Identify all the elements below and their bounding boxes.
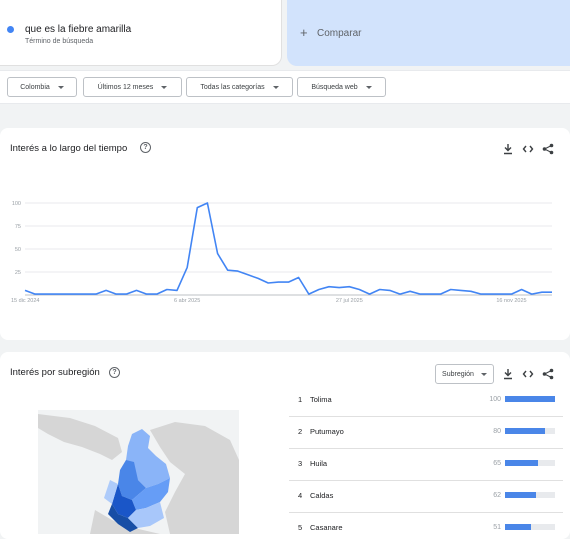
filter-country-label: Colombia <box>20 83 50 91</box>
y-tick-label: 25 <box>15 270 21 276</box>
ranking-bar-track <box>505 492 555 498</box>
filter-category[interactable]: Todas las categorías <box>186 77 293 97</box>
filter-search-type-label: Búsqueda web <box>311 83 358 91</box>
ranking-row[interactable]: 3 Huila 65 <box>289 450 563 481</box>
ranking-bar-track <box>505 396 555 402</box>
ranking-value: 62 <box>493 492 501 499</box>
colombia-region-map[interactable] <box>0 352 260 539</box>
caret-down-icon <box>161 85 168 89</box>
ranking-bar <box>505 428 545 434</box>
ranking-bar <box>505 460 538 466</box>
y-tick-label: 75 <box>15 224 21 230</box>
ranking-bar-track <box>505 524 555 530</box>
compare-button[interactable]: + Comparar <box>287 0 570 66</box>
ranking-value: 65 <box>493 460 501 467</box>
filter-time-range[interactable]: Últimos 12 meses <box>83 77 182 97</box>
ranking-bar-track <box>505 428 555 434</box>
filter-time-label: Últimos 12 meses <box>97 83 154 91</box>
ranking-region-name: Putumayo <box>310 427 344 436</box>
ranking-region-name: Tolima <box>310 395 332 404</box>
ranking-number: 1 <box>298 395 303 404</box>
plus-icon: + <box>300 25 308 40</box>
ranking-number: 4 <box>298 491 303 500</box>
ranking-bar <box>505 396 555 402</box>
interest-over-time-card: Interés a lo largo del tiempo ? 100 75 50 2… <box>0 128 570 340</box>
filter-bar: Colombia Últimos 12 meses Todas las cate… <box>0 70 570 104</box>
filter-search-type[interactable]: Búsqueda web <box>297 77 386 97</box>
subregion-select[interactable]: Subregión <box>435 364 494 384</box>
ranking-row[interactable]: 5 Casanare 51 <box>289 514 563 539</box>
interest-over-time-chart: 100 75 50 25 15 dic 2024 6 abr 2025 27 jul 202… <box>11 201 552 304</box>
x-tick-label: 15 dic 2024 <box>11 298 39 304</box>
caret-down-icon <box>57 85 64 89</box>
ranking-row[interactable]: 4 Caldas 62 <box>289 482 563 513</box>
ranking-region-name: Huila <box>310 459 328 468</box>
search-term-title[interactable]: que es la fiebre amarilla <box>25 24 131 35</box>
ranking-value: 51 <box>493 524 501 531</box>
x-tick-label: 6 abr 2025 <box>174 298 200 304</box>
filter-country[interactable]: Colombia <box>7 77 77 97</box>
x-tick-label: 27 jul 2025 <box>336 298 363 304</box>
ranking-bar-track <box>505 460 555 466</box>
ranking-value: 80 <box>493 428 501 435</box>
y-tick-label: 100 <box>12 201 21 207</box>
series-color-dot <box>7 26 14 33</box>
caret-down-icon <box>365 85 372 89</box>
filter-category-label: Todas las categorías <box>200 83 265 91</box>
y-tick-label: 50 <box>15 247 21 253</box>
ranking-bar <box>505 524 531 530</box>
download-icon[interactable] <box>502 368 514 380</box>
subregion-select-label: Subregión <box>442 370 474 378</box>
x-tick-label: 16 nov 2025 <box>496 298 526 304</box>
ranking-row[interactable]: 2 Putumayo 80 <box>289 418 563 449</box>
ranking-number: 3 <box>298 459 303 468</box>
interest-by-subregion-card: Interés por subregión ? Subregión 1 Tolim… <box>0 352 570 539</box>
ranking-number: 5 <box>298 523 303 532</box>
ranking-row[interactable]: 1 Tolima 100 <box>289 386 563 417</box>
search-term-card[interactable]: que es la fiebre amarilla Término de bús… <box>0 0 282 66</box>
search-term-subtitle: Término de búsqueda <box>25 38 94 45</box>
share-icon[interactable] <box>542 368 554 380</box>
caret-down-icon <box>272 85 279 89</box>
ranking-number: 2 <box>298 427 303 436</box>
caret-down-icon <box>480 372 487 376</box>
ranking-value: 100 <box>489 396 501 403</box>
ranking-region-name: Caldas <box>310 491 334 500</box>
ranking-bar <box>505 492 536 498</box>
ranking-region-name: Casanare <box>310 523 343 532</box>
embed-icon[interactable] <box>522 368 534 380</box>
compare-label: Comparar <box>317 28 362 39</box>
